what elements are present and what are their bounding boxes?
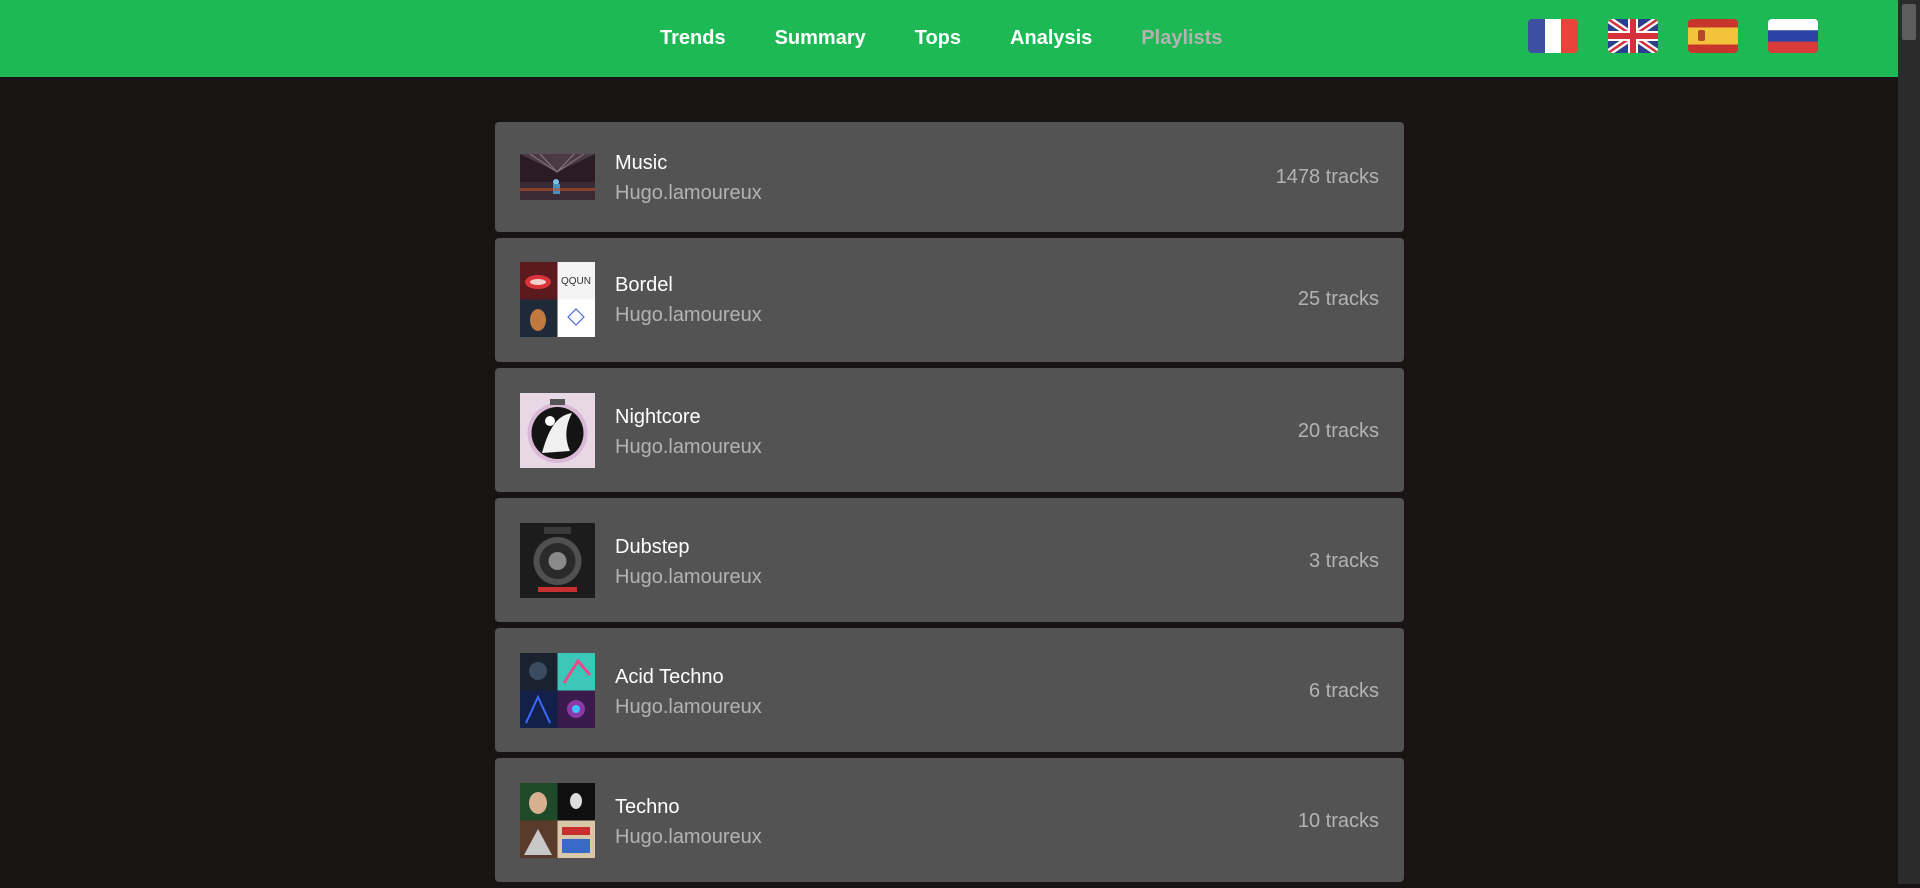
nav-analysis[interactable]: Analysis [1010,27,1092,50]
playlist-owner: Hugo.lamoureux [615,304,762,326]
nav-playlists[interactable]: Playlists [1141,27,1222,50]
playlist-track-count: 1478 tracks [1275,166,1379,188]
playlist-cover-image [520,783,595,858]
scrollbar-thumb[interactable] [1902,4,1916,40]
top-navbar: Trends Summary Tops Analysis Playlists [0,0,1898,77]
playlist-track-count: 6 tracks [1308,680,1379,702]
russia-flag-icon[interactable] [1768,19,1818,53]
spain-flag-icon[interactable] [1688,19,1738,53]
playlist-owner: Hugo.lamoureux [615,436,762,458]
uk-flag-icon[interactable] [1608,19,1658,53]
playlist-card-dubstep[interactable]: Dubstep Hugo.lamoureux 3 tracks [495,498,1404,622]
playlist-card-bordel[interactable]: QQUN Bordel Hugo.lamoureux 25 tracks [495,238,1404,362]
playlist-cover-image [520,653,595,728]
playlist-info: Techno Hugo.lamoureux [615,795,762,849]
playlist-cover-image: QQUN [520,262,595,337]
playlist-card-nightcore[interactable]: Nightcore Hugo.lamoureux 20 tracks [495,368,1404,492]
nav-tops[interactable]: Tops [915,27,961,50]
playlist-info: Nightcore Hugo.lamoureux [615,405,762,459]
playlist-info: Bordel Hugo.lamoureux [615,273,762,327]
playlist-track-count: 10 tracks [1297,810,1379,832]
playlist-cover-image [520,393,595,468]
playlist-card-music[interactable]: Music Hugo.lamoureux 1478 tracks [495,122,1404,232]
playlist-cover-image [520,154,595,200]
playlist-title: Nightcore [615,406,701,428]
playlist-cover-image [520,523,595,598]
playlist-track-count: 25 tracks [1297,288,1379,310]
svg-text:QQUN: QQUN [561,276,591,287]
playlist-card-acid-techno[interactable]: Acid Techno Hugo.lamoureux 6 tracks [495,628,1404,752]
playlist-title: Music [615,152,668,174]
french-flag-icon[interactable] [1528,19,1578,53]
playlist-owner: Hugo.lamoureux [615,182,762,204]
playlist-owner: Hugo.lamoureux [615,826,762,848]
page-scrollbar[interactable] [1898,0,1920,884]
playlist-info: Dubstep Hugo.lamoureux [615,535,762,589]
playlist-title: Dubstep [615,536,690,558]
nav-trends[interactable]: Trends [660,27,726,50]
playlist-info: Acid Techno Hugo.lamoureux [615,665,762,719]
playlist-card-techno[interactable]: Techno Hugo.lamoureux 10 tracks [495,758,1404,882]
playlist-title: Techno [615,796,680,818]
playlist-title: Bordel [615,274,673,296]
playlist-info: Music Hugo.lamoureux [615,151,762,205]
main-nav: Trends Summary Tops Analysis Playlists [660,0,1271,77]
playlist-owner: Hugo.lamoureux [615,696,762,718]
playlist-title: Acid Techno [615,666,724,688]
playlist-track-count: 20 tracks [1297,420,1379,442]
playlist-track-count: 3 tracks [1308,550,1379,572]
playlist-list: Music Hugo.lamoureux 1478 tracks QQUN Bo… [495,122,1404,888]
language-switcher [1528,19,1848,53]
playlist-owner: Hugo.lamoureux [615,566,762,588]
nav-summary[interactable]: Summary [775,27,866,50]
